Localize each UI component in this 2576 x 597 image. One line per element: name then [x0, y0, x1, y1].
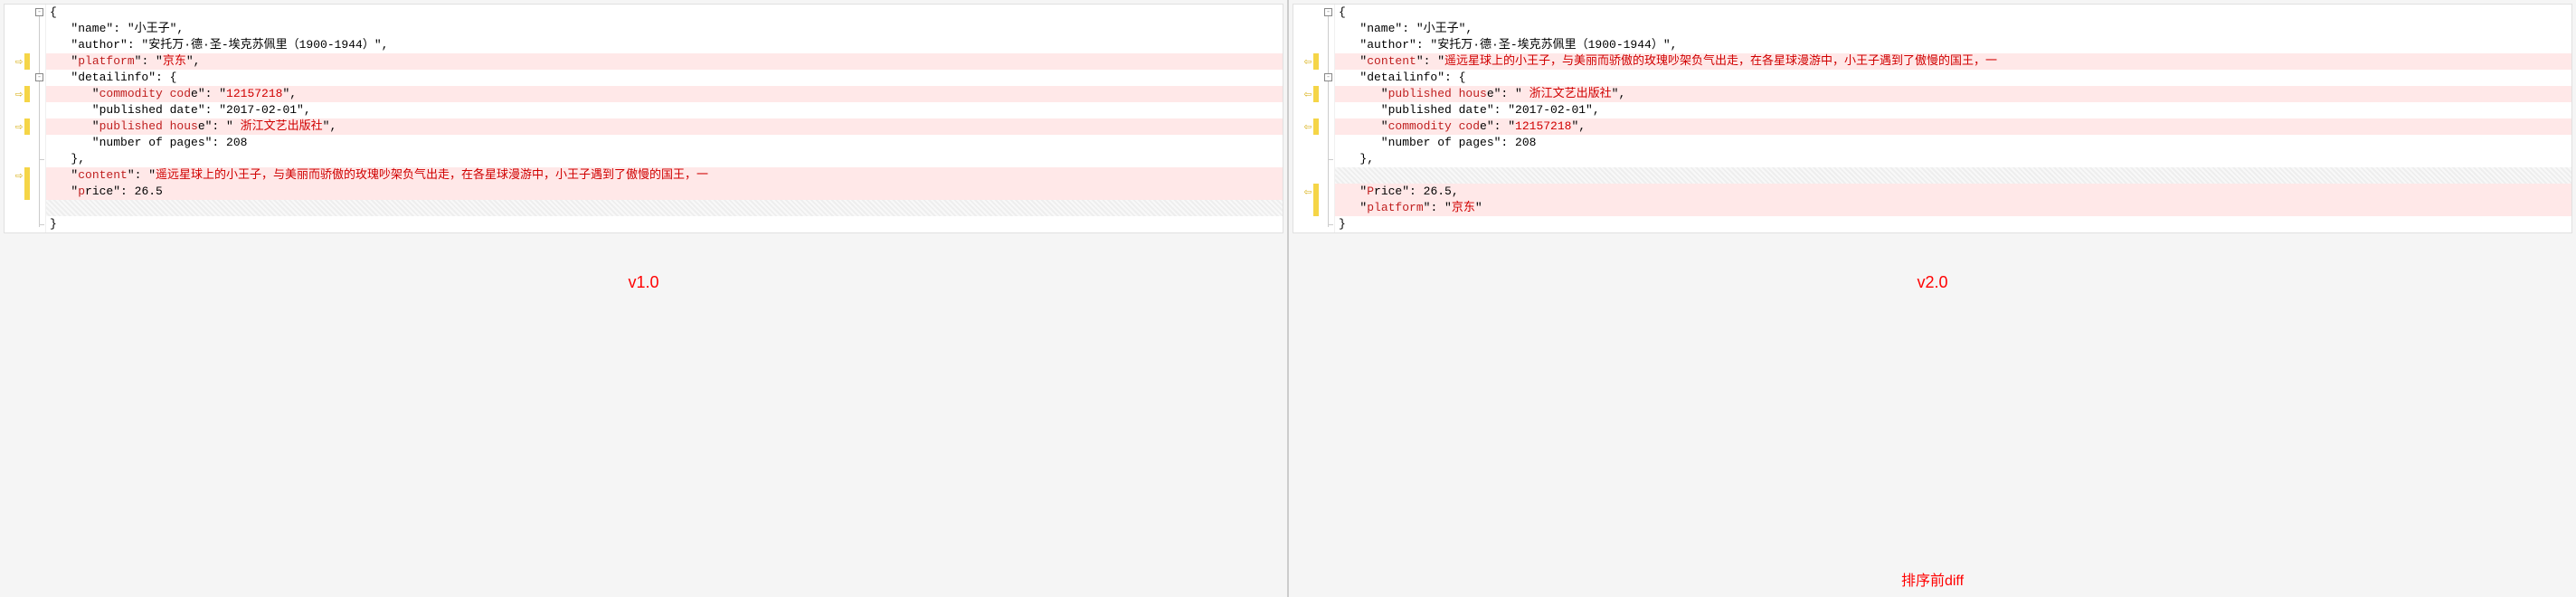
code-line[interactable]: "platform": "京东"	[1335, 200, 2571, 216]
gutter-cell	[5, 102, 33, 118]
code-line[interactable]: {	[46, 5, 1283, 21]
gutter-cell	[1293, 70, 1322, 86]
code-line[interactable]: "number of pages": 208	[46, 135, 1283, 151]
fold-toggle[interactable]: -	[35, 8, 43, 16]
code-line[interactable]: },	[1335, 151, 2571, 167]
code-line[interactable]: "author": "安托万·德·圣-埃克苏佩里（1900-1944）",	[1335, 37, 2571, 53]
code-line[interactable]: "content": "遥远星球上的小王子，与美丽而骄傲的玫瑰吵架负气出走，在各…	[1335, 53, 2571, 70]
diff-arrow-right-icon: ⇨	[15, 168, 23, 184]
gutter-cell	[1293, 167, 1322, 184]
right-lines[interactable]: { "name": "小王子", "author": "安托万·德·圣-埃克苏佩…	[1335, 5, 2571, 232]
diff-arrow-left-icon: ⇦	[1304, 185, 1312, 200]
code-line[interactable]: "platform": "京东",	[46, 53, 1283, 70]
code-line[interactable]	[46, 200, 1283, 216]
right-code-area: ⇦⇦⇦⇦ -- { "name": "小王子", "author": "安托万·…	[1293, 4, 2572, 233]
left-version-label: v1.0	[0, 273, 1287, 292]
gutter-cell	[1293, 200, 1322, 216]
diff-arrow-right-icon: ⇨	[15, 119, 23, 135]
left-lines[interactable]: { "name": "小王子", "author": "安托万·德·圣-埃克苏佩…	[46, 5, 1283, 232]
right-fold-gutter: --	[1322, 5, 1335, 232]
code-line[interactable]: "number of pages": 208	[1335, 135, 2571, 151]
gutter-cell: ⇨	[5, 167, 33, 184]
gutter-cell: ⇦	[1293, 118, 1322, 135]
code-line[interactable]: "price": 26.5	[46, 184, 1283, 200]
gutter-cell: ⇨	[5, 53, 33, 70]
gutter-cell	[5, 70, 33, 86]
fold-toggle[interactable]: -	[1324, 73, 1332, 81]
gutter-cell	[5, 200, 33, 216]
left-gutter: ⇨ ⇨ ⇨ ⇨	[5, 5, 33, 232]
diff-arrow-right-icon: ⇨	[15, 54, 23, 70]
code-line[interactable]: "commodity code": "12157218",	[46, 86, 1283, 102]
code-line[interactable]: "Price": 26.5,	[1335, 184, 2571, 200]
diff-container: ⇨⇨⇨⇨ -- { "name": "小王子", "author": "安托万·…	[0, 0, 2576, 597]
code-line[interactable]: "name": "小王子",	[46, 21, 1283, 37]
gutter-cell	[1293, 21, 1322, 37]
code-line[interactable]: },	[46, 151, 1283, 167]
code-line[interactable]: "published house": " 浙江文艺出版社",	[46, 118, 1283, 135]
right-version-label: v2.0	[1289, 273, 2576, 292]
code-line[interactable]: "published date": "2017-02-01",	[1335, 102, 2571, 118]
code-line[interactable]: {	[1335, 5, 2571, 21]
gutter-cell	[1293, 151, 1322, 167]
gutter-cell: ⇦	[1293, 53, 1322, 70]
gutter-cell	[1293, 135, 1322, 151]
fold-toggle[interactable]: -	[35, 73, 43, 81]
gutter-cell: ⇨	[5, 86, 33, 102]
right-gutter: ⇦ ⇦ ⇦ ⇦	[1293, 5, 1322, 232]
code-line[interactable]: "content": "遥远星球上的小王子，与美丽而骄傲的玫瑰吵架负气出走，在各…	[46, 167, 1283, 184]
gutter-cell	[1293, 5, 1322, 21]
diff-arrow-left-icon: ⇦	[1304, 119, 1312, 135]
diff-arrow-left-icon: ⇦	[1304, 87, 1312, 102]
left-fold-gutter: --	[33, 5, 46, 232]
code-line[interactable]: "name": "小王子",	[1335, 21, 2571, 37]
code-line[interactable]	[1335, 167, 2571, 184]
left-code-area: ⇨⇨⇨⇨ -- { "name": "小王子", "author": "安托万·…	[4, 4, 1283, 233]
code-line[interactable]: "published date": "2017-02-01",	[46, 102, 1283, 118]
footer-label: 排序前diff	[1901, 568, 1964, 590]
fold-toggle[interactable]: -	[1324, 8, 1332, 16]
gutter-cell	[1293, 216, 1322, 232]
left-pane: ⇨⇨⇨⇨ -- { "name": "小王子", "author": "安托万·…	[0, 0, 1289, 597]
gutter-cell: ⇨	[5, 118, 33, 135]
right-pane: ⇦⇦⇦⇦ -- { "name": "小王子", "author": "安托万·…	[1289, 0, 2576, 597]
gutter-cell	[5, 135, 33, 151]
gutter-cell	[5, 216, 33, 232]
gutter-cell	[5, 37, 33, 53]
code-line[interactable]: }	[1335, 216, 2571, 232]
gutter-cell	[5, 21, 33, 37]
gutter-cell: ⇦	[1293, 184, 1322, 200]
diff-arrow-left-icon: ⇦	[1304, 54, 1312, 70]
code-line[interactable]: "commodity code": "12157218",	[1335, 118, 2571, 135]
code-line[interactable]: "author": "安托万·德·圣-埃克苏佩里（1900-1944）",	[46, 37, 1283, 53]
gutter-cell: ⇦	[1293, 86, 1322, 102]
gutter-cell	[5, 151, 33, 167]
gutter-cell	[1293, 37, 1322, 53]
code-line[interactable]: "published house": " 浙江文艺出版社",	[1335, 86, 2571, 102]
code-line[interactable]: "detailinfo": {	[1335, 70, 2571, 86]
gutter-cell	[1293, 102, 1322, 118]
diff-arrow-right-icon: ⇨	[15, 87, 23, 102]
gutter-cell	[5, 5, 33, 21]
gutter-cell	[5, 184, 33, 200]
code-line[interactable]: "detailinfo": {	[46, 70, 1283, 86]
code-line[interactable]: }	[46, 216, 1283, 232]
